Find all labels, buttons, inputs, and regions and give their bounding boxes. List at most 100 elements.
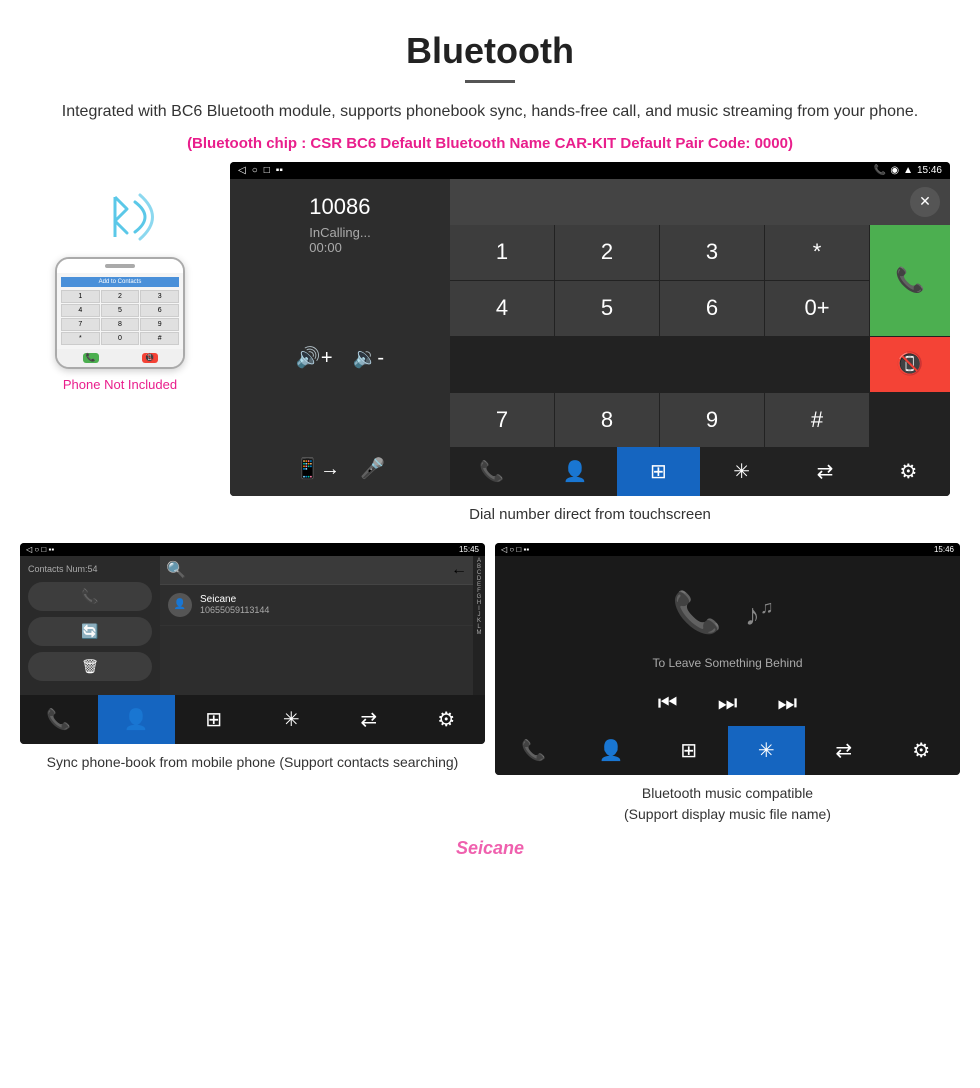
contact-list-item[interactable]: 👤 Seicane 10655059113144 bbox=[160, 585, 473, 626]
music-nav-bluetooth[interactable]: ✳ bbox=[728, 726, 806, 775]
nav-bluetooth[interactable]: ✳ bbox=[700, 447, 783, 496]
contacts-call-btn[interactable]: 📞 bbox=[28, 582, 152, 611]
contacts-status-bar: ◁ ○ □ ▪▪ 15:45 bbox=[20, 543, 485, 556]
phone-mockup: Add to Contacts 1 2 3 4 5 6 7 8 9 * 0 # bbox=[55, 257, 185, 369]
main-dial-screen: ◁ ○ □ ▪▪ 📞 ◉ ▲ 15:46 10086 bbox=[230, 162, 950, 496]
key-3[interactable]: 3 bbox=[660, 225, 764, 280]
status-bar: ◁ ○ □ ▪▪ 📞 ◉ ▲ 15:46 bbox=[230, 162, 950, 179]
contact-name: Seicane bbox=[200, 594, 269, 605]
music-status-bar: ◁ ○ □ ▪▪ 15:46 bbox=[495, 543, 960, 556]
key-4[interactable]: 4 bbox=[450, 281, 554, 336]
music-nav-phone[interactable]: 📞 bbox=[495, 726, 573, 775]
music-playback-controls: ⏮ ⏭ ⏭ bbox=[658, 690, 797, 716]
contacts-delete-btn[interactable]: 🗑 bbox=[28, 652, 152, 681]
contact-avatar: 👤 bbox=[168, 593, 192, 617]
wifi-icon: ▲ bbox=[903, 165, 913, 176]
square-icon: □ bbox=[264, 165, 270, 176]
main-content-area: Add to Contacts 1 2 3 4 5 6 7 8 9 * 0 # bbox=[0, 162, 980, 543]
key-5[interactable]: 5 bbox=[555, 281, 659, 336]
contacts-nav-transfer[interactable]: ⇄ bbox=[330, 695, 408, 744]
dial-extra-controls: 📱→ 🎤 bbox=[295, 456, 385, 481]
svg-text:♫: ♫ bbox=[760, 597, 774, 617]
contacts-screen-container: ◁ ○ □ ▪▪ 15:45 Contacts Num:54 📞 🔄 🗑 🔍 bbox=[20, 543, 485, 833]
music-song-title: To Leave Something Behind bbox=[652, 656, 802, 670]
contacts-nav-keypad[interactable]: ⊞ bbox=[175, 695, 253, 744]
call-accept-btn[interactable]: 📞 bbox=[870, 225, 950, 336]
key-7[interactable]: 7 bbox=[450, 393, 554, 447]
play-pause-btn[interactable]: ⏭ bbox=[718, 690, 738, 716]
call-end-btn[interactable]: 📵 bbox=[870, 337, 950, 392]
contacts-backspace-icon[interactable]: ← bbox=[451, 561, 467, 579]
key-9[interactable]: 9 bbox=[660, 393, 764, 447]
notif-icons: ▪▪ bbox=[276, 165, 283, 176]
contacts-alpha-index: A B C D E F G H I J K L M bbox=[473, 556, 485, 695]
music-nav-keypad[interactable]: ⊞ bbox=[650, 726, 728, 775]
vol-up-icon[interactable]: 🔊+ bbox=[296, 345, 333, 370]
contacts-nav-contacts[interactable]: 👤 bbox=[98, 695, 176, 744]
key-hash[interactable]: # bbox=[765, 393, 869, 447]
key-2[interactable]: 2 bbox=[555, 225, 659, 280]
key-1[interactable]: 1 bbox=[450, 225, 554, 280]
vol-down-icon[interactable]: 🔉- bbox=[353, 345, 385, 370]
title-underline bbox=[465, 80, 515, 83]
music-nav-contacts[interactable]: 👤 bbox=[573, 726, 651, 775]
music-caption: Bluetooth music compatible(Support displ… bbox=[495, 775, 960, 833]
contacts-screen: ◁ ○ □ ▪▪ 15:45 Contacts Num:54 📞 🔄 🗑 🔍 bbox=[20, 543, 485, 744]
contact-info: Seicane 10655059113144 bbox=[200, 594, 269, 615]
contacts-search-icon: 🔍 bbox=[166, 560, 186, 580]
contacts-sync-btn[interactable]: 🔄 bbox=[28, 617, 152, 646]
phone-screen: Add to Contacts 1 2 3 4 5 6 7 8 9 * 0 # bbox=[57, 273, 183, 349]
music-screen-container: ◁ ○ □ ▪▪ 15:46 📞 ♪ ♫ To Leave Something … bbox=[495, 543, 960, 833]
transfer-icon[interactable]: 📱→ bbox=[295, 456, 340, 481]
calling-status: InCalling... bbox=[309, 225, 370, 240]
key-6[interactable]: 6 bbox=[660, 281, 764, 336]
music-nav-transfer[interactable]: ⇄ bbox=[805, 726, 883, 775]
contacts-nav-phone[interactable]: 📞 bbox=[20, 695, 98, 744]
nav-keypad[interactable]: ⊞ bbox=[617, 447, 700, 496]
mic-icon[interactable]: 🎤 bbox=[360, 456, 385, 481]
key-star[interactable]: * bbox=[765, 225, 869, 280]
music-content: 📞 ♪ ♫ To Leave Something Behind ⏮ ⏭ ⏭ bbox=[495, 556, 960, 726]
music-nav-settings[interactable]: ⚙ bbox=[883, 726, 961, 775]
key-8[interactable]: 8 bbox=[555, 393, 659, 447]
contacts-nav-settings[interactable]: ⚙ bbox=[408, 695, 486, 744]
dial-number: 10086 bbox=[309, 194, 370, 220]
contacts-right-panel: 🔍 ← 👤 Seicane 10655059113144 bbox=[160, 556, 473, 695]
location-icon: ◉ bbox=[890, 165, 899, 176]
prev-track-btn[interactable]: ⏮ bbox=[658, 690, 678, 716]
clock: 15:46 bbox=[917, 165, 942, 176]
dial-screen-wrapper: ◁ ○ □ ▪▪ 📞 ◉ ▲ 15:46 10086 bbox=[220, 162, 960, 543]
svg-text:♪: ♪ bbox=[745, 599, 760, 632]
phone-call-btn: 📞 bbox=[83, 353, 99, 363]
add-contacts-bar: Add to Contacts bbox=[61, 277, 179, 287]
seicane-watermark: Seicane bbox=[0, 833, 980, 864]
dial-left-panel: 10086 InCalling... 00:00 🔊+ 🔉- 📱→ 🎤 bbox=[230, 179, 450, 496]
bottom-screens-section: ◁ ○ □ ▪▪ 15:45 Contacts Num:54 📞 🔄 🗑 🔍 bbox=[0, 543, 980, 833]
music-note-svg: ♪ ♫ bbox=[745, 593, 785, 633]
music-status-left: ◁ ○ □ ▪▪ bbox=[501, 545, 529, 554]
nav-contacts[interactable]: 👤 bbox=[533, 447, 616, 496]
contacts-caption: Sync phone-book from mobile phone (Suppo… bbox=[20, 744, 485, 781]
nav-transfer[interactable]: ⇄ bbox=[783, 447, 866, 496]
nav-phone[interactable]: 📞 bbox=[450, 447, 533, 496]
page-header: Bluetooth Integrated with BC6 Bluetooth … bbox=[0, 0, 980, 162]
call-timer: 00:00 bbox=[309, 240, 370, 255]
bottom-nav-bar: 📞 👤 ⊞ ✳ ⇄ ⚙ bbox=[450, 447, 950, 496]
key-0plus[interactable]: 0+ bbox=[765, 281, 869, 336]
music-screen: ◁ ○ □ ▪▪ 15:46 📞 ♪ ♫ To Leave Something … bbox=[495, 543, 960, 775]
phone-keypad: 1 2 3 4 5 6 7 8 9 * 0 # bbox=[61, 290, 179, 345]
contacts-status-right: 15:45 bbox=[459, 545, 479, 554]
dial-right-panel: ✕ 1 2 3 * 📞 4 5 6 0+ 📵 7 8 bbox=[450, 179, 950, 496]
header-description: Integrated with BC6 Bluetooth module, su… bbox=[60, 99, 920, 125]
status-bar-right: 📞 ◉ ▲ 15:46 bbox=[874, 165, 942, 176]
page-title: Bluetooth bbox=[60, 30, 920, 72]
contacts-nav-bluetooth[interactable]: ✳ bbox=[253, 695, 331, 744]
music-icons: 📞 ♪ ♫ bbox=[670, 586, 785, 641]
phone-end-btn: 📵 bbox=[142, 353, 158, 363]
next-track-btn[interactable]: ⏭ bbox=[777, 690, 797, 716]
contacts-content: Contacts Num:54 📞 🔄 🗑 🔍 ← 👤 bbox=[20, 556, 485, 695]
contacts-bottom-nav: 📞 👤 ⊞ ✳ ⇄ ⚙ bbox=[20, 695, 485, 744]
nav-settings[interactable]: ⚙ bbox=[867, 447, 950, 496]
backspace-btn[interactable]: ✕ bbox=[910, 187, 940, 217]
contacts-status-left: ◁ ○ □ ▪▪ bbox=[26, 545, 54, 554]
